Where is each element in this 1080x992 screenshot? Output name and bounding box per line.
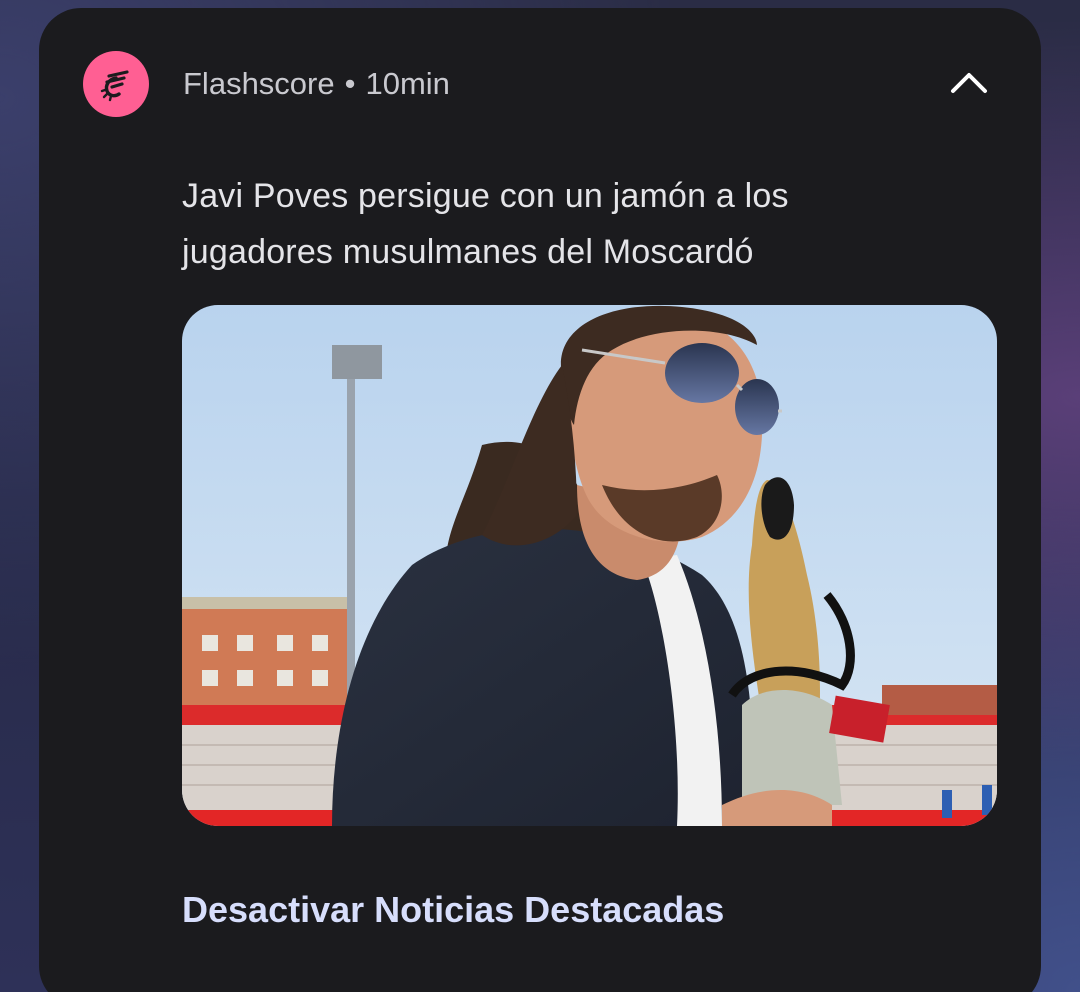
notification-time: 10min [365, 66, 450, 101]
title-line-1: Javi Poves persigue con un jamón a los [182, 177, 789, 215]
news-image[interactable] [182, 305, 997, 826]
flashscore-logo-icon [83, 51, 149, 117]
app-name: Flashscore [183, 66, 335, 101]
notification-header: Flashscore • 10min [183, 64, 450, 104]
disable-featured-news-button[interactable]: Desactivar Noticias Destacadas [182, 888, 724, 932]
notification-card[interactable]: Flashscore • 10min Javi Poves persigue con… [39, 8, 1041, 992]
notification-title: Javi Poves persigue con un jamón a los j… [182, 168, 982, 280]
news-photo [182, 305, 997, 826]
title-line-2: jugadores musulmanes del Moscardó [182, 233, 754, 271]
chevron-up-icon[interactable] [945, 62, 993, 102]
header-separator: • [344, 66, 356, 101]
